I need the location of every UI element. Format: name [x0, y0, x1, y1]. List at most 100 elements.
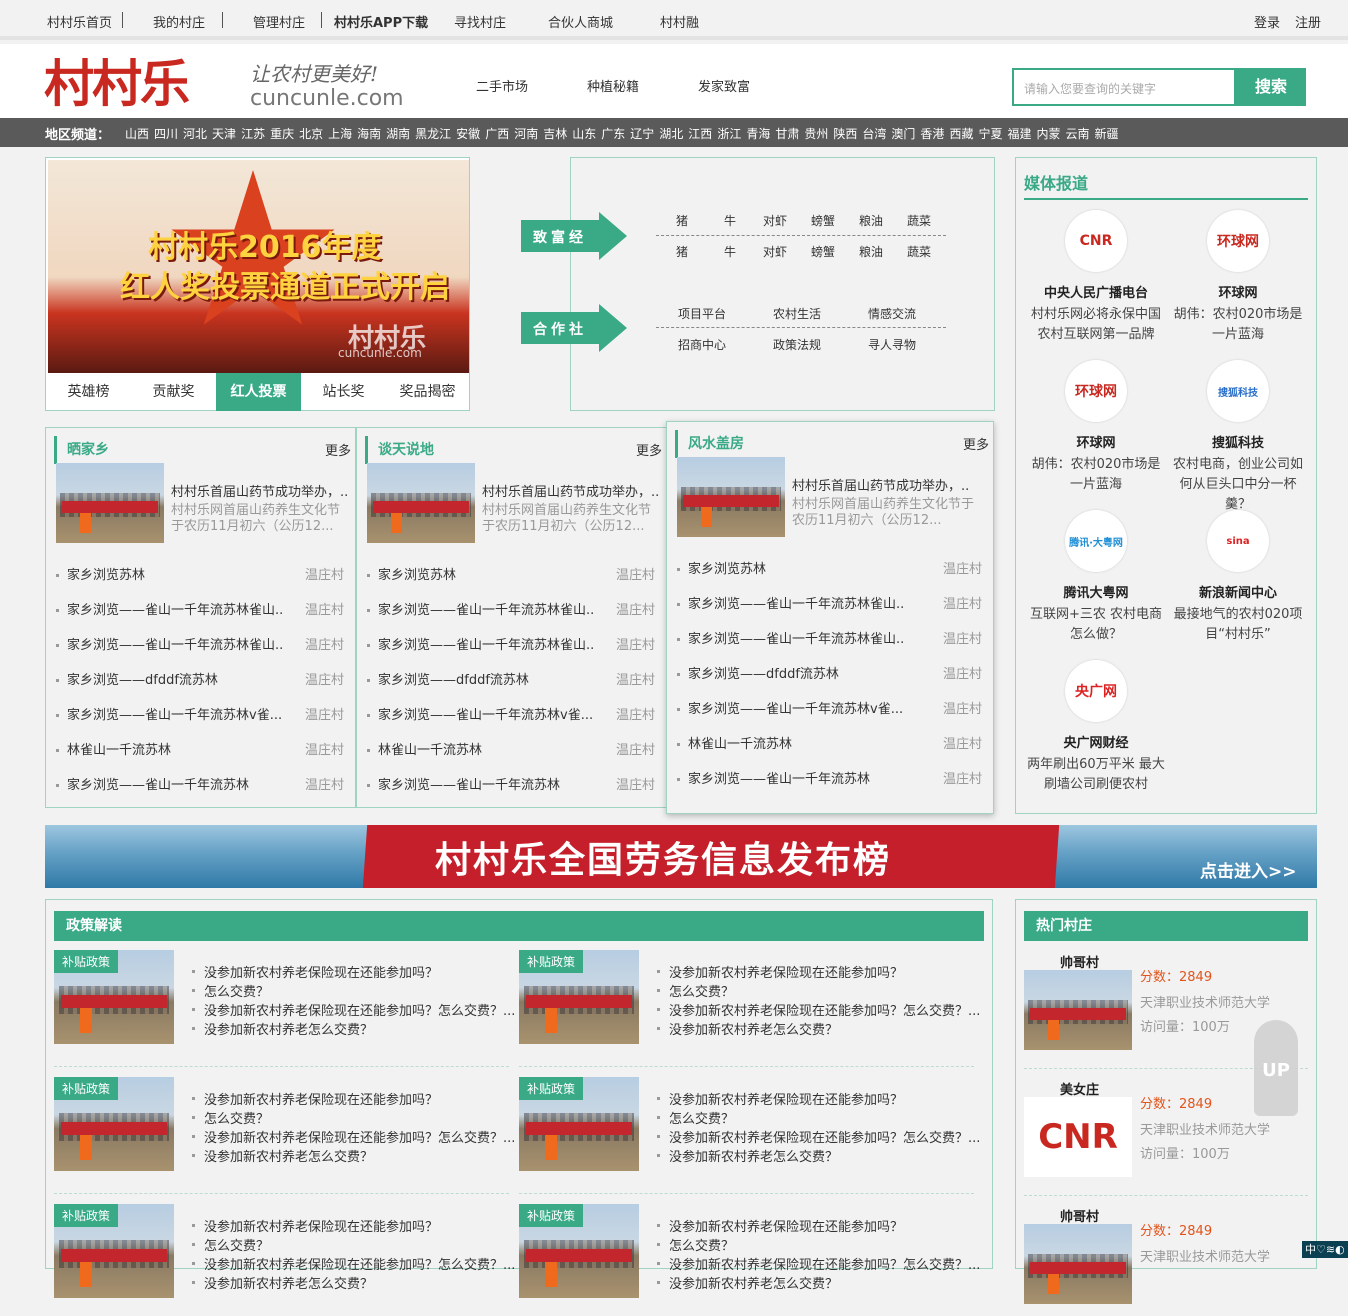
media-item[interactable]: 环球网 环球网 胡伟：农村020市场是一片蓝海	[1026, 360, 1166, 495]
keyword-link[interactable]: 猪	[676, 212, 688, 229]
list-item[interactable]: 家乡浏览苏林	[56, 564, 145, 583]
keyword-link[interactable]: 蔬菜	[907, 212, 931, 229]
media-item[interactable]: 央广网 央广网财经 两年刷出60万平米 最大刷墙公司刷便农村	[1026, 660, 1166, 795]
list-item[interactable]: 家乡浏览——雀山一千年流苏林	[677, 768, 870, 787]
list-item[interactable]: 家乡浏览——雀山一千年流苏林v雀...	[56, 704, 282, 723]
policy-question-link[interactable]: 没参加新农村养老怎么交费？	[191, 1019, 373, 1038]
region-link[interactable]: 甘肃	[775, 127, 799, 141]
village-tag[interactable]: 温庄村	[943, 698, 982, 717]
keyword-link[interactable]: 对虾	[763, 243, 787, 260]
region-link[interactable]: 广东	[601, 127, 625, 141]
media-item[interactable]: sina 新浪新闻中心 最接地气的农村020项目“村村乐”	[1168, 510, 1308, 645]
village-tag[interactable]: 温庄村	[616, 599, 655, 618]
policy-question-link[interactable]: 没参加新农村养老怎么交费？	[656, 1019, 838, 1038]
media-item[interactable]: CNR 中央人民广播电台 村村乐网必将永保中国农村互联网第一品牌	[1026, 210, 1166, 345]
region-link[interactable]: 北京	[299, 127, 323, 141]
nav-my-village-link[interactable]: 我的村庄	[153, 12, 205, 31]
list-item[interactable]: 家乡浏览——雀山一千年流苏林雀山..	[367, 599, 594, 618]
region-link[interactable]: 重庆	[270, 127, 294, 141]
region-link[interactable]: 湖北	[659, 127, 683, 141]
village-tag[interactable]: 温庄村	[616, 669, 655, 688]
hot-village-item[interactable]: 帅哥村 分数：2849 天津职业技术师范大学	[1024, 1206, 1314, 1316]
region-link[interactable]: 河北	[183, 127, 207, 141]
login-link[interactable]: 登录	[1254, 12, 1280, 31]
list-item[interactable]: 家乡浏览——雀山一千年流苏林	[56, 774, 249, 793]
list-item[interactable]: 家乡浏览——dfddf流苏林	[367, 669, 529, 688]
media-item[interactable]: 环球网 环球网 胡伟：农村020市场是一片蓝海	[1168, 210, 1308, 345]
policy-thumbnail[interactable]: 补贴政策	[54, 1204, 174, 1298]
list-item[interactable]: 林雀山一千流苏林	[367, 739, 482, 758]
policy-thumbnail[interactable]: 补贴政策	[54, 1077, 174, 1171]
nav-home-link[interactable]: 村村乐首页	[47, 12, 112, 31]
village-tag[interactable]: 温庄村	[943, 663, 982, 682]
village-tag[interactable]: 温庄村	[305, 704, 344, 723]
policy-question-link[interactable]: 怎么交费？	[656, 1108, 734, 1127]
policy-thumbnail[interactable]: 补贴政策	[519, 950, 639, 1044]
village-tag[interactable]: 温庄村	[943, 558, 982, 577]
keyword-link[interactable]: 猪	[676, 243, 688, 260]
nav-manage-link[interactable]: 管理村庄	[253, 12, 305, 31]
village-tag[interactable]: 温庄村	[305, 634, 344, 653]
search-input[interactable]: 请输入您要查询的关键字	[1012, 68, 1236, 106]
tab-hero-list[interactable]: 英雄榜	[46, 373, 131, 411]
keyword-link[interactable]: 对虾	[763, 212, 787, 229]
site-logo[interactable]: 村村乐 让农村更美好! cuncunle.com	[44, 54, 424, 114]
region-link[interactable]: 广西	[485, 127, 509, 141]
more-link[interactable]: 更多	[636, 440, 662, 459]
policy-thumbnail[interactable]: 补贴政策	[54, 950, 174, 1044]
policy-question-link[interactable]: 怎么交费？	[191, 981, 269, 1000]
keyword-link[interactable]: 螃蟹	[811, 212, 835, 229]
policy-question-link[interactable]: 怎么交费？	[656, 981, 734, 1000]
village-tag[interactable]: 温庄村	[305, 739, 344, 758]
region-link[interactable]: 辽宁	[630, 127, 654, 141]
headline-thumbnail[interactable]	[56, 463, 164, 543]
policy-question-link[interactable]: 没参加新农村养老保险现在还能参加吗？怎么交费？...	[191, 1254, 515, 1273]
headline-thumbnail[interactable]	[367, 463, 475, 543]
region-link[interactable]: 山东	[572, 127, 596, 141]
policy-question-link[interactable]: 没参加新农村养老保险现在还能参加吗？	[656, 962, 903, 981]
policy-question-link[interactable]: 没参加新农村养老保险现在还能参加吗？	[191, 1089, 438, 1108]
village-tag[interactable]: 温庄村	[616, 739, 655, 758]
village-tag[interactable]: 温庄村	[305, 599, 344, 618]
policy-question-link[interactable]: 没参加新农村养老保险现在还能参加吗？怎么交费？...	[191, 1000, 515, 1019]
policy-question-link[interactable]: 怎么交费？	[191, 1108, 269, 1127]
keyword-link[interactable]: 农村生活	[773, 305, 821, 322]
tab-prizes[interactable]: 奖品揭密	[386, 373, 469, 411]
media-item[interactable]: 搜狐科技 搜狐科技 农村电商，创业公司如何从巨头口中分一杯羹？	[1168, 360, 1308, 515]
policy-question-link[interactable]: 没参加新农村养老保险现在还能参加吗？怎么交费？...	[191, 1127, 515, 1146]
policy-question-link[interactable]: 没参加新农村养老怎么交费？	[191, 1273, 373, 1292]
keyword-link[interactable]: 粮油	[859, 212, 883, 229]
village-tag[interactable]: 温庄村	[616, 774, 655, 793]
keyword-link[interactable]: 牛	[724, 243, 736, 260]
more-link[interactable]: 更多	[963, 434, 989, 453]
list-item[interactable]: 家乡浏览——雀山一千年流苏林雀山..	[677, 593, 904, 612]
region-link[interactable]: 海南	[357, 127, 381, 141]
headline-link[interactable]: 村村乐首届山药节成功举办，..	[482, 481, 659, 500]
policy-question-link[interactable]: 没参加新农村养老怎么交费？	[656, 1146, 838, 1165]
list-item[interactable]: 家乡浏览——雀山一千年流苏林v雀...	[677, 698, 903, 717]
list-item[interactable]: 家乡浏览——雀山一千年流苏林雀山..	[56, 634, 283, 653]
policy-question-link[interactable]: 怎么交费？	[191, 1235, 269, 1254]
keyword-link[interactable]: 螃蟹	[811, 243, 835, 260]
policy-thumbnail[interactable]: 补贴政策	[519, 1204, 639, 1298]
region-link[interactable]: 青海	[746, 127, 770, 141]
tab-contribution[interactable]: 贡献奖	[131, 373, 216, 411]
village-tag[interactable]: 温庄村	[943, 733, 982, 752]
region-link[interactable]: 云南	[1066, 127, 1090, 141]
headline-link[interactable]: 村村乐首届山药节成功举办，..	[792, 475, 969, 494]
nav-find-village-link[interactable]: 寻找村庄	[454, 12, 506, 31]
village-tag[interactable]: 温庄村	[305, 564, 344, 583]
list-item[interactable]: 林雀山一千流苏林	[56, 739, 171, 758]
region-link[interactable]: 西藏	[949, 127, 973, 141]
list-item[interactable]: 家乡浏览——dfddf流苏林	[677, 663, 839, 682]
region-link[interactable]: 陕西	[833, 127, 857, 141]
ad-enter-link[interactable]: 点击进入>>	[1200, 857, 1297, 882]
policy-question-link[interactable]: 没参加新农村养老保险现在还能参加吗？	[656, 1216, 903, 1235]
policy-question-link[interactable]: 没参加新农村养老保险现在还能参加吗？	[191, 1216, 438, 1235]
list-item[interactable]: 家乡浏览——雀山一千年流苏林v雀...	[367, 704, 593, 723]
region-link[interactable]: 福建	[1007, 127, 1031, 141]
region-link[interactable]: 贵州	[804, 127, 828, 141]
policy-question-link[interactable]: 没参加新农村养老保险现在还能参加吗？怎么交费？...	[656, 1000, 980, 1019]
policy-question-link[interactable]: 没参加新农村养老怎么交费？	[656, 1273, 838, 1292]
village-tag[interactable]: 温庄村	[616, 704, 655, 723]
